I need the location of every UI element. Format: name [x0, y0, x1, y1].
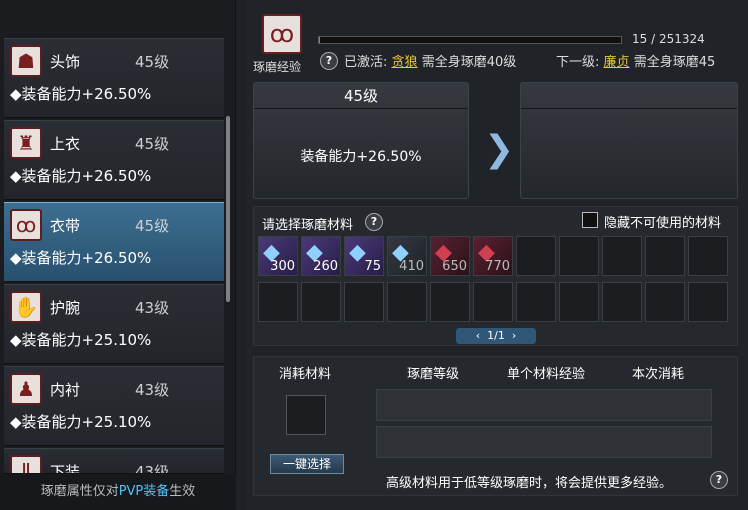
- equipment-item[interactable]: ♟ 内衬 43级 ◆装备能力+25.10%: [4, 366, 224, 446]
- equipment-item[interactable]: ✋ 护腕 43级 ◆装备能力+25.10%: [4, 284, 224, 364]
- current-bonus: 装备能力+26.50%: [300, 149, 422, 165]
- empty-slot[interactable]: [387, 282, 427, 322]
- bracer-icon: ✋: [10, 291, 42, 323]
- empty-slot[interactable]: [645, 282, 685, 322]
- empty-slot[interactable]: [645, 236, 685, 276]
- empty-slot[interactable]: [516, 236, 556, 276]
- equipment-item[interactable]: Ⅱ 下装 43级: [4, 448, 224, 474]
- equipment-level: 43级: [135, 463, 170, 474]
- empty-slot[interactable]: [559, 282, 599, 322]
- empty-slot[interactable]: [602, 236, 642, 276]
- equipment-name: 衣带: [50, 217, 81, 235]
- next-level-link[interactable]: 廉贞: [604, 55, 630, 70]
- col-exp: 单个材料经验: [507, 367, 586, 382]
- exp-progress-bar: [318, 36, 622, 44]
- col-level: 琢磨等级: [407, 367, 460, 382]
- material-count: 410: [399, 259, 424, 274]
- equipment-name: 上衣: [50, 135, 81, 153]
- equipment-level: 45级: [135, 217, 170, 235]
- material-slot[interactable]: ◆ 260: [301, 236, 341, 276]
- empty-slot[interactable]: [301, 282, 341, 322]
- equipment-level: 45级: [135, 135, 170, 153]
- equipment-item[interactable]: ꝏ 衣带 45级 ◆装备能力+26.50%: [4, 202, 224, 282]
- material-count: 770: [485, 259, 510, 274]
- current-level: 45级: [254, 83, 468, 109]
- pagination: ‹ 1/1 ›: [456, 328, 536, 344]
- equipment-bonus: ◆装备能力+25.10%: [10, 413, 152, 431]
- activated-status: 已激活: 贪狼 需全身琢磨40级: [344, 55, 517, 70]
- page-indicator: 1/1: [487, 329, 505, 342]
- crystal-icon: ◆: [349, 240, 366, 265]
- consume-material-slot[interactable]: [286, 395, 326, 435]
- material-count: 300: [270, 259, 295, 274]
- equipment-level: 43级: [135, 381, 170, 399]
- material-count: 260: [313, 259, 338, 274]
- consume-row: [376, 389, 712, 421]
- top-icon: ♜: [10, 127, 42, 159]
- equipment-name: 内衬: [50, 381, 81, 399]
- belt-icon: ꝏ: [10, 209, 42, 241]
- auto-select-button[interactable]: 一键选择: [270, 454, 344, 474]
- equipment-name: 头饰: [50, 53, 81, 71]
- material-slot[interactable]: ◆ 650: [430, 236, 470, 276]
- equipment-bonus: ◆装备能力+26.50%: [10, 85, 152, 103]
- current-level-card: 45级 装备能力+26.50%: [253, 82, 469, 199]
- material-help-icon[interactable]: ?: [365, 213, 383, 231]
- consume-row: [376, 426, 712, 458]
- empty-slot[interactable]: [559, 236, 599, 276]
- material-title: 请选择琢磨材料: [262, 218, 354, 233]
- material-slot[interactable]: ◆ 770: [473, 236, 513, 276]
- equipment-level: 43级: [135, 299, 170, 317]
- chevron-left-icon[interactable]: ‹: [476, 329, 480, 342]
- equipment-item[interactable]: ☗ 头饰 45级 ◆装备能力+26.50%: [4, 38, 224, 118]
- pvp-highlight: PVP装备: [118, 484, 170, 499]
- equipment-level: 45级: [135, 53, 170, 71]
- equipment-bonus: ◆装备能力+26.50%: [10, 249, 152, 267]
- polish-exp-label: 琢磨经验: [253, 60, 302, 74]
- equipment-bonus: ◆装备能力+25.10%: [10, 331, 152, 349]
- undershirt-icon: ♟: [10, 373, 42, 405]
- helmet-icon: ☗: [10, 45, 42, 77]
- equipment-bonus: ◆装备能力+26.50%: [10, 167, 152, 185]
- empty-slot[interactable]: [516, 282, 556, 322]
- equipment-name: 下装: [50, 463, 81, 474]
- next-level-card: [520, 82, 738, 199]
- empty-slot[interactable]: [602, 282, 642, 322]
- chevron-right-page-icon[interactable]: ›: [512, 329, 516, 342]
- material-count: 650: [442, 259, 467, 274]
- pvp-note: 琢磨属性仅对PVP装备生效: [0, 474, 236, 510]
- polish-exp-icon: ꝏ: [262, 14, 302, 54]
- material-slot[interactable]: ◆ 75: [344, 236, 384, 276]
- list-scrollbar[interactable]: [226, 116, 230, 302]
- empty-slot[interactable]: [344, 282, 384, 322]
- empty-slot[interactable]: [688, 282, 728, 322]
- equipment-item[interactable]: ♜ 上衣 45级 ◆装备能力+26.50%: [4, 120, 224, 200]
- material-slot[interactable]: ◆ 300: [258, 236, 298, 276]
- equipment-name: 护腕: [50, 299, 81, 317]
- col-material: 消耗材料: [279, 367, 332, 382]
- equipment-list: ☗ 头饰 45级 ◆装备能力+26.50% ♜ 上衣 45级 ◆装备能力+26.50% ꝏ 衣带 4…: [0, 0, 236, 510]
- material-grid: ◆ 300 ◆ 260 ◆ 75 ◆ 410 ◆ 650 ◆ 770: [258, 236, 728, 322]
- exp-progress-text: 15 / 251324: [632, 32, 705, 46]
- col-cost: 本次消耗: [632, 367, 685, 382]
- empty-slot[interactable]: [430, 282, 470, 322]
- material-slot[interactable]: ◆ 410: [387, 236, 427, 276]
- chevron-right-icon: ❯: [484, 129, 515, 170]
- pants-icon: Ⅱ: [10, 455, 42, 473]
- hint-help-icon[interactable]: ?: [710, 471, 728, 489]
- next-level-status: 下一级: 廉贞 需全身琢磨45: [556, 55, 716, 70]
- material-count: 75: [364, 259, 381, 274]
- empty-slot[interactable]: [473, 282, 513, 322]
- hide-unusable-checkbox[interactable]: [582, 212, 598, 228]
- exp-progress-fill: [319, 37, 321, 43]
- help-icon[interactable]: ?: [320, 52, 338, 70]
- empty-slot[interactable]: [688, 236, 728, 276]
- empty-slot[interactable]: [258, 282, 298, 322]
- activated-link[interactable]: 贪狼: [392, 55, 418, 70]
- hide-unusable-label: 隐藏不可使用的材料: [604, 216, 722, 231]
- hint-text: 高级材料用于低等级琢磨时，将会提供更多经验。: [386, 476, 673, 491]
